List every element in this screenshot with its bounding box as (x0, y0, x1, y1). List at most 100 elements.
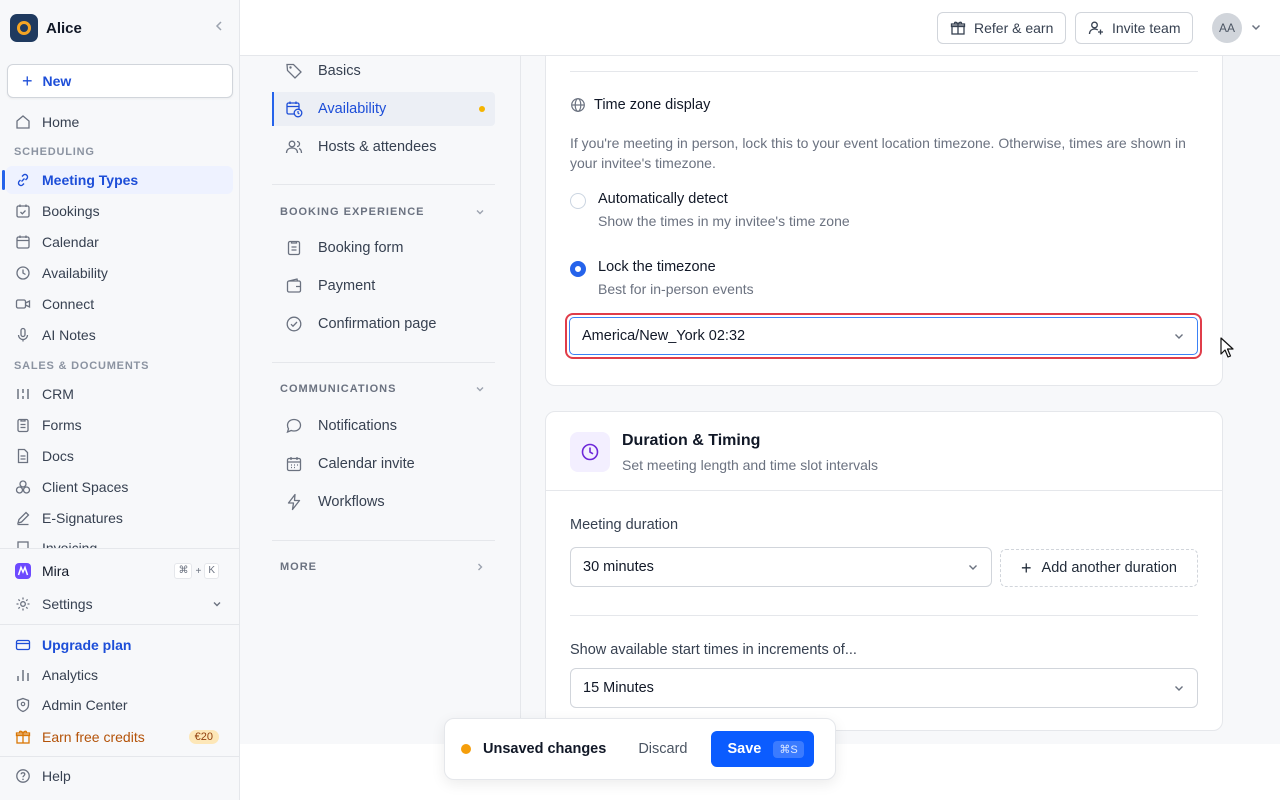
clock-icon (14, 264, 32, 282)
sidebar-item-home[interactable]: Home (6, 108, 233, 136)
sidebar-item-label: Docs (42, 448, 74, 464)
sidebar-item-calendar[interactable]: Calendar (6, 228, 233, 256)
tab-workflows[interactable]: Workflows (272, 485, 495, 519)
sidebar-item-meeting-types[interactable]: Meeting Types (2, 166, 233, 194)
add-another-duration-button[interactable]: + Add another duration (1000, 549, 1198, 587)
tab-payment[interactable]: Payment (272, 269, 495, 303)
section-label-scheduling: SCHEDULING (14, 146, 95, 158)
meeting-duration-select[interactable]: 30 minutes (570, 547, 992, 587)
discard-button[interactable]: Discard (638, 741, 687, 757)
chevron-down-icon[interactable] (1250, 20, 1262, 36)
timezone-select[interactable]: America/New_York 02:32 (569, 317, 1198, 355)
sidebar-item-admin-center[interactable]: Admin Center (6, 691, 233, 719)
sidebar-scroll-clip: Invoicing (0, 538, 239, 548)
unsaved-dot (479, 106, 485, 112)
save-label: Save (727, 741, 762, 757)
tab-basics[interactable]: Basics (272, 54, 495, 88)
sidebar-item-settings[interactable]: Settings (6, 590, 233, 618)
section-label: COMMUNICATIONS (280, 383, 397, 395)
sidebar-item-label: CRM (42, 386, 74, 402)
tab-confirmation-page[interactable]: Confirmation page (272, 307, 495, 341)
section-communications[interactable]: COMMUNICATIONS (280, 383, 486, 398)
section-more[interactable]: MORE (280, 561, 486, 576)
calendar-check-icon (14, 202, 32, 220)
nav-divider (272, 540, 495, 541)
sidebar-item-forms[interactable]: Forms (6, 411, 233, 439)
refer-earn-button[interactable]: Refer & earn (937, 12, 1067, 44)
sidebar-item-client-spaces[interactable]: Client Spaces (6, 473, 233, 501)
sidebar-item-label: AI Notes (42, 327, 96, 343)
timezone-select-value: America/New_York 02:32 (582, 328, 746, 344)
workspace-header[interactable]: Alice (0, 0, 239, 56)
sidebar-item-label: Mira (42, 563, 70, 579)
tab-label: Availability (318, 101, 387, 117)
tab-calendar-invite[interactable]: Calendar invite (272, 447, 495, 481)
chevron-down-icon (211, 597, 223, 613)
sidebar-item-earn-credits[interactable]: Earn free credits €20 (6, 723, 233, 751)
chevron-down-icon (474, 383, 486, 398)
sidebar-item-connect[interactable]: Connect (6, 290, 233, 318)
sidebar-item-docs[interactable]: Docs (6, 442, 233, 470)
radio-button-selected[interactable] (570, 261, 586, 277)
tab-notifications[interactable]: Notifications (272, 409, 495, 443)
radio-button[interactable] (570, 193, 586, 209)
sidebar-item-label: Earn free credits (42, 729, 145, 745)
tab-availability[interactable]: Availability (272, 92, 495, 126)
sidebar-divider (0, 756, 239, 757)
plus-icon: + (1021, 557, 1032, 578)
timezone-select-highlight: America/New_York 02:32 (565, 313, 1202, 359)
sidebar-item-label: E-Signatures (42, 510, 123, 526)
sidebar-item-analytics[interactable]: Analytics (6, 661, 233, 689)
save-button[interactable]: Save ⌘S (711, 731, 814, 767)
timezone-card: Time zone display If you're meeting in p… (545, 56, 1234, 386)
sidebar-item-label: Meeting Types (42, 172, 139, 188)
radio-subtitle: Best for in-person events (598, 281, 754, 297)
section-subtitle: Set meeting length and time slot interva… (622, 457, 879, 473)
top-bar: Refer & earn Invite team AA (240, 0, 1280, 56)
sidebar-item-upgrade-plan[interactable]: Upgrade plan (6, 631, 233, 659)
section-label: BOOKING EXPERIENCE (280, 206, 425, 218)
tab-label: Hosts & attendees (318, 139, 437, 155)
document-icon (14, 447, 32, 465)
globe-icon (570, 97, 586, 113)
sidebar-item-e-signatures[interactable]: E-Signatures (6, 504, 233, 532)
chat-bubble-icon (284, 417, 304, 435)
new-button[interactable]: + New (7, 64, 233, 98)
radio-title: Lock the timezone (598, 259, 716, 275)
user-plus-icon (1088, 20, 1104, 36)
invite-team-label: Invite team (1112, 20, 1181, 36)
section-label-sales: SALES & DOCUMENTS (14, 360, 150, 372)
microphone-icon (14, 326, 32, 344)
collapse-sidebar-icon[interactable] (209, 19, 229, 38)
tab-label: Payment (318, 278, 376, 294)
user-avatar[interactable]: AA (1212, 13, 1242, 43)
tab-hosts-attendees[interactable]: Hosts & attendees (272, 130, 495, 164)
tab-booking-form[interactable]: Booking form (272, 231, 495, 265)
sidebar-divider (0, 548, 239, 549)
radio-option-auto-detect[interactable]: Automatically detect Show the times in m… (570, 191, 850, 229)
unsaved-changes-bar: Unsaved changes Discard Save ⌘S (444, 718, 836, 780)
shortcut-plus: + (195, 565, 202, 577)
increment-select[interactable]: 15 Minutes (570, 668, 1198, 708)
increment-label: Show available start times in increments… (570, 642, 857, 658)
gift-icon (14, 728, 32, 746)
sidebar-item-bookings[interactable]: Bookings (6, 197, 233, 225)
clock-icon (570, 432, 610, 472)
wallet-icon (284, 277, 304, 295)
sidebar-item-ai-notes[interactable]: AI Notes (6, 321, 233, 349)
invite-team-button[interactable]: Invite team (1075, 12, 1194, 44)
calendar-icon (14, 233, 32, 251)
section-booking-experience[interactable]: BOOKING EXPERIENCE (280, 206, 486, 221)
credit-card-icon (14, 636, 32, 654)
card-divider (570, 71, 1198, 72)
sidebar-item-help[interactable]: Help (6, 762, 233, 790)
radio-option-lock-timezone[interactable]: Lock the timezone Best for in-person eve… (570, 259, 754, 297)
sidebar-item-availability[interactable]: Availability (6, 259, 233, 287)
sidebar-item-crm[interactable]: CRM (6, 380, 233, 408)
card-divider (546, 490, 1222, 491)
sidebar-item-mira[interactable]: Mira ⌘ + K (6, 557, 233, 585)
sidebar-item-invoicing[interactable]: Invoicing (6, 538, 233, 548)
sidebar-item-label: Bookings (42, 203, 100, 219)
pen-icon (14, 509, 32, 527)
sidebar-item-label: Home (42, 114, 80, 130)
